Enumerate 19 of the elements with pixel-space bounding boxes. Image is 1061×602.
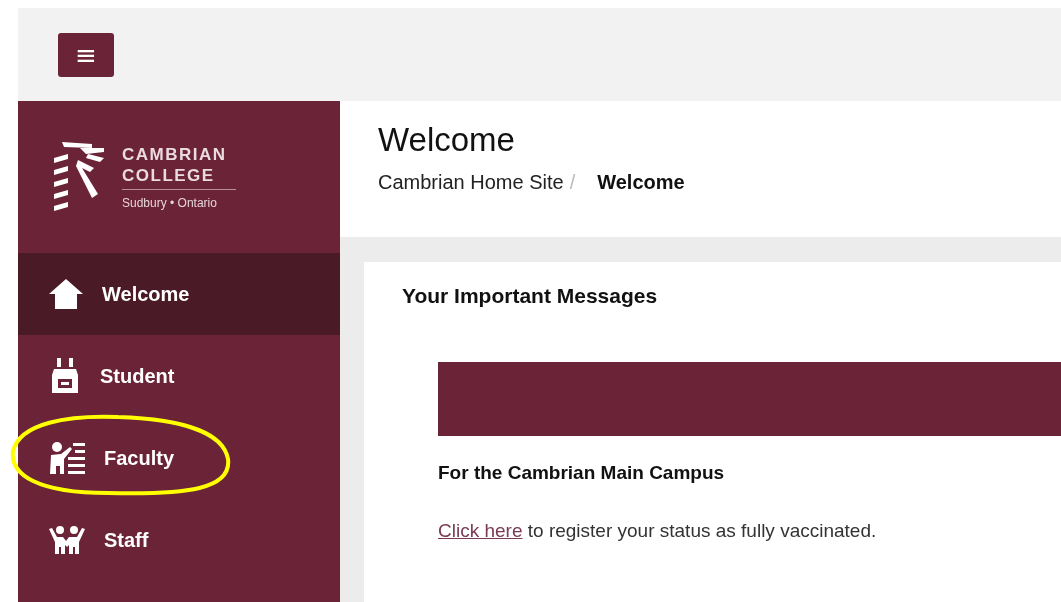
breadcrumb-item[interactable]: Cambrian Home Site	[378, 171, 564, 194]
sidebar-item[interactable]: Staff	[18, 499, 340, 581]
home-icon	[48, 278, 84, 310]
logo-tagline: Sudbury • Ontario	[122, 189, 236, 210]
page-title: Welcome	[378, 121, 516, 159]
breadcrumb-item: Welcome	[597, 171, 685, 194]
logo-text: CAMBRIAN	[122, 144, 228, 165]
card-title: Your Important Messages	[402, 284, 659, 308]
message-text: Click here to register your status as fully vaccinated.	[438, 520, 878, 542]
menu-button[interactable]: ≡	[58, 32, 114, 77]
teacher-icon	[48, 441, 86, 475]
logo-text: COLLEGE	[122, 165, 216, 186]
sidebar-item[interactable]: Student	[18, 335, 340, 417]
breadcrumb-separator: /	[569, 171, 576, 194]
people-icon	[48, 525, 86, 555]
campus-heading: For the Cambrian Main Campus	[438, 462, 726, 484]
sidebar-item[interactable]: Welcome	[18, 253, 340, 335]
sidebar-item[interactable]: Faculty	[18, 417, 340, 499]
click-here-link[interactable]: Click here	[438, 520, 523, 541]
